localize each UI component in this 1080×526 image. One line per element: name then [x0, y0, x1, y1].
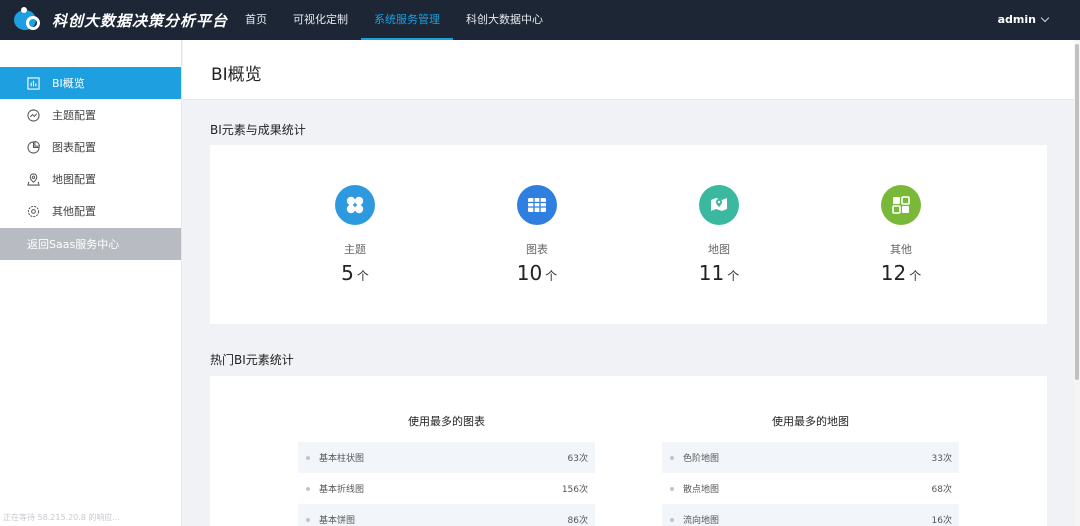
stat-unit: 个: [909, 269, 922, 283]
sidebar-item-label: BI概览: [52, 77, 85, 90]
trend-icon: [27, 108, 40, 122]
stat-unit: 个: [356, 269, 369, 283]
stat-unit: 个: [545, 269, 558, 283]
chevron-down-icon: [1040, 13, 1050, 23]
stat-label: 地图: [708, 243, 730, 256]
row-name: 基本饼图: [319, 516, 356, 526]
stat-label: 图表: [526, 243, 548, 256]
logo-icon: [14, 7, 44, 32]
scrollbar-thumb[interactable]: [1075, 44, 1079, 380]
row-count: 86次: [567, 516, 588, 526]
stat-label: 其他: [890, 243, 912, 256]
app-logo[interactable]: 科创大数据决策分析平台: [0, 7, 232, 32]
sidebar-item-label: 主题配置: [52, 109, 96, 122]
back-to-saas-button[interactable]: 返回Saas服务中心: [0, 228, 181, 260]
stat-value: 12: [880, 261, 907, 285]
sidebar-item-theme-config[interactable]: 主题配置: [0, 99, 181, 131]
top-charts-list: 使用最多的图表 基本柱状图 63次 基本折线图 156次 基本饼图 86次: [298, 406, 595, 526]
row-count: 16次: [931, 516, 952, 526]
list-title: 使用最多的图表: [408, 415, 485, 428]
stats-card: 主题 5个 图表 10 个 地图 11 个 其他 12 个: [210, 145, 1047, 324]
list-row[interactable]: 基本柱状图 63次: [298, 442, 595, 473]
map-icon: [699, 185, 739, 225]
list-row[interactable]: 基本饼图 86次: [298, 504, 595, 526]
page-header: BI概览: [183, 40, 1075, 100]
stat-chart[interactable]: 图表 10 个: [477, 185, 597, 285]
list-row[interactable]: 流向地图 16次: [662, 504, 959, 526]
list-row[interactable]: 基本折线图 156次: [298, 473, 595, 504]
page-scrollbar[interactable]: [1074, 40, 1080, 526]
row-name: 基本柱状图: [319, 454, 365, 464]
bar-chart-icon: [27, 76, 40, 90]
sidebar-item-other-config[interactable]: 其他配置: [0, 195, 181, 227]
list-row[interactable]: 色阶地图 33次: [662, 442, 959, 473]
sidebar-item-label: 地图配置: [52, 173, 96, 186]
sidebar-item-chart-config[interactable]: 图表配置: [0, 131, 181, 163]
section-title-stats: BI元素与成果统计: [210, 123, 306, 137]
list-title: 使用最多的地图: [772, 415, 849, 428]
stat-map[interactable]: 地图 11 个: [659, 185, 779, 285]
stat-value: 10: [516, 261, 543, 285]
nav-visual-custom[interactable]: 可视化定制: [280, 0, 361, 40]
nav-data-center[interactable]: 科创大数据中心: [453, 0, 556, 40]
row-name: 流向地图: [683, 516, 720, 526]
app-title: 科创大数据决策分析平台: [52, 11, 229, 30]
row-count: 33次: [931, 454, 952, 464]
stat-label: 主题: [344, 243, 366, 256]
stat-other[interactable]: 其他 12 个: [841, 185, 961, 285]
user-name: admin: [997, 13, 1036, 26]
sidebar-item-map-config[interactable]: 地图配置: [0, 163, 181, 195]
stat-value: 11: [698, 261, 725, 285]
hot-elements-card: 使用最多的图表 基本柱状图 63次 基本折线图 156次 基本饼图 86次 使用最多的…: [210, 376, 1047, 526]
row-count: 68次: [931, 485, 952, 495]
row-count: 63次: [567, 454, 588, 464]
sidebar: BI概览 主题配置 图表配置 地图配置 其他配置 返回Saas服务中心: [0, 40, 182, 526]
main-nav: 首页 可视化定制 系统服务管理 科创大数据中心: [232, 0, 556, 40]
row-name: 散点地图: [683, 485, 720, 495]
top-maps-list: 使用最多的地图 色阶地图 33次 散点地图 68次 流向地图 16次: [662, 406, 959, 526]
nav-system-service[interactable]: 系统服务管理: [361, 0, 453, 40]
table-icon: [517, 185, 557, 225]
nav-home[interactable]: 首页: [232, 0, 280, 40]
sidebar-item-bi-overview[interactable]: BI概览: [0, 67, 181, 99]
stat-value: 5: [341, 261, 354, 285]
row-name: 基本折线图: [319, 485, 365, 495]
map-pin-icon: [27, 172, 40, 186]
section-title-hot: 热门BI元素统计: [210, 353, 294, 367]
top-navbar: 科创大数据决策分析平台 首页 可视化定制 系统服务管理 科创大数据中心 admi…: [0, 0, 1080, 40]
sidebar-item-label: 其他配置: [52, 205, 96, 218]
page-title: BI概览: [211, 65, 262, 85]
theme-icon: [335, 185, 375, 225]
stat-theme[interactable]: 主题 5个: [295, 185, 415, 285]
gear-icon: [27, 205, 40, 217]
row-name: 色阶地图: [683, 454, 720, 464]
stat-unit: 个: [727, 269, 740, 283]
pie-icon: [27, 140, 40, 154]
list-row[interactable]: 散点地图 68次: [662, 473, 959, 504]
browser-status-text: 正在等待 58.215.20.8 的响应...: [3, 513, 121, 522]
row-count: 156次: [561, 485, 588, 495]
sidebar-item-label: 图表配置: [52, 141, 96, 154]
grid-icon: [881, 185, 921, 225]
user-menu[interactable]: admin: [997, 0, 1050, 40]
